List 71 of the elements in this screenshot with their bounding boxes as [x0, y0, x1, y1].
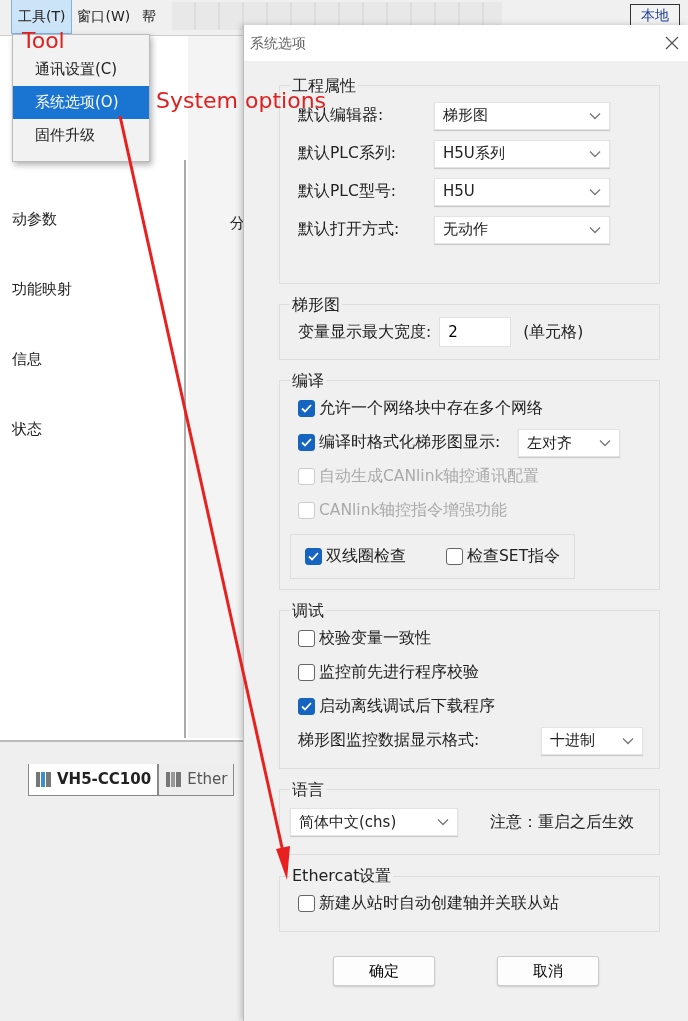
checkbox[interactable] [298, 400, 315, 418]
checkbox-label[interactable]: 双线圈检查 [326, 544, 406, 569]
group-title: 梯形图 [291, 295, 341, 314]
plc-icon [165, 770, 184, 789]
checkbox[interactable] [298, 664, 315, 682]
field-label: 变量显示最大宽度: [298, 321, 432, 343]
check-icon [301, 404, 312, 414]
sidebar-item[interactable]: 动参数 [12, 160, 57, 231]
group-title: 语言 [291, 780, 325, 799]
group-title: 调试 [291, 602, 325, 620]
dropdown[interactable]: 梯形图 [434, 101, 610, 130]
check-icon [301, 702, 312, 712]
checkbox-label[interactable]: 允许一个网络块中存在多个网络 [319, 397, 543, 421]
chevron-icon [437, 818, 449, 827]
checkbox-label[interactable]: 启动离线调试后下载程序 [319, 695, 495, 719]
unit-label: (单元格) [523, 321, 584, 343]
dropdown[interactable]: 无动作 [434, 215, 610, 244]
checkbox-label[interactable]: 校验变量一致性 [319, 627, 431, 651]
chevron-icon [589, 225, 601, 234]
note-text: 注意：重启之后生效 [490, 811, 634, 833]
text-input[interactable]: 2 [439, 317, 512, 348]
plc-icon [35, 770, 53, 789]
dropdown[interactable]: 简体中文(chs) [290, 808, 458, 837]
menu-bar-item[interactable]: 帮 [136, 0, 163, 33]
sidebar-item[interactable]: 功能映射 [12, 230, 72, 301]
menu-item[interactable]: 系统选项(O) [13, 86, 149, 119]
dropdown[interactable]: H5U系列 [434, 139, 610, 168]
chevron-icon [589, 187, 601, 196]
menu-bar-item[interactable]: 工具(T) [12, 0, 72, 33]
checkbox[interactable] [298, 630, 315, 648]
chevron-icon [589, 111, 601, 120]
field-label: 默认PLC系列: [298, 142, 398, 164]
checkbox[interactable] [298, 698, 315, 716]
checkbox[interactable] [446, 547, 463, 565]
checkbox-label[interactable]: 新建从站时自动创建轴并关联从站 [319, 892, 559, 916]
check-icon [308, 551, 319, 561]
menu-bar-item[interactable]: 窗口(W) [71, 0, 137, 33]
checkbox[interactable] [298, 434, 315, 452]
dropdown[interactable]: 十进制 [541, 726, 643, 755]
checkbox-label[interactable]: 监控前先进行程序校验 [319, 661, 479, 685]
tab[interactable]: VH5-CC100 [28, 764, 159, 796]
chevron-icon [589, 149, 601, 158]
sidebar-item[interactable]: 信息 [12, 300, 42, 371]
dialog-button[interactable]: 取消 [497, 955, 599, 986]
checkbox-label: 自动生成CANlink轴控通讯配置 [319, 466, 540, 488]
panel-label: 分 [230, 213, 244, 234]
checkbox[interactable] [305, 547, 322, 565]
dialog-button[interactable]: 确定 [333, 955, 435, 986]
field-label: 默认PLC型号: [298, 180, 398, 202]
chevron-icon [599, 438, 612, 447]
checkbox-label: CANlink轴控指令增强功能 [319, 500, 508, 522]
toolbar-button[interactable]: 本地 [630, 4, 680, 26]
menu-item[interactable]: 固件升级 [13, 119, 149, 152]
group-title: 编译 [291, 372, 325, 390]
menu-item[interactable]: 通讯设置(C) [13, 53, 149, 86]
chevron-icon [622, 736, 634, 745]
tab[interactable]: Ether [158, 764, 235, 796]
dropdown[interactable]: 左对齐 [518, 428, 621, 457]
sidebar-item[interactable]: 状态 [12, 370, 42, 441]
checkbox-label[interactable]: 检查SET指令 [467, 544, 561, 569]
field-label: 默认打开方式: [298, 218, 401, 240]
check-icon [301, 438, 312, 448]
checkbox[interactable] [298, 895, 315, 913]
group-title: 工程属性 [292, 77, 357, 95]
dropdown[interactable]: H5U [434, 177, 610, 206]
field-label: 梯形图监控数据显示格式: [298, 730, 480, 751]
annotation-text: Tool [22, 30, 65, 52]
close-icon[interactable] [664, 35, 680, 51]
checkbox-label[interactable]: 编译时格式化梯形图显示: [319, 431, 501, 455]
dialog-title: 系统选项 [250, 33, 306, 53]
group-title: Ethercat设置 [291, 867, 393, 885]
